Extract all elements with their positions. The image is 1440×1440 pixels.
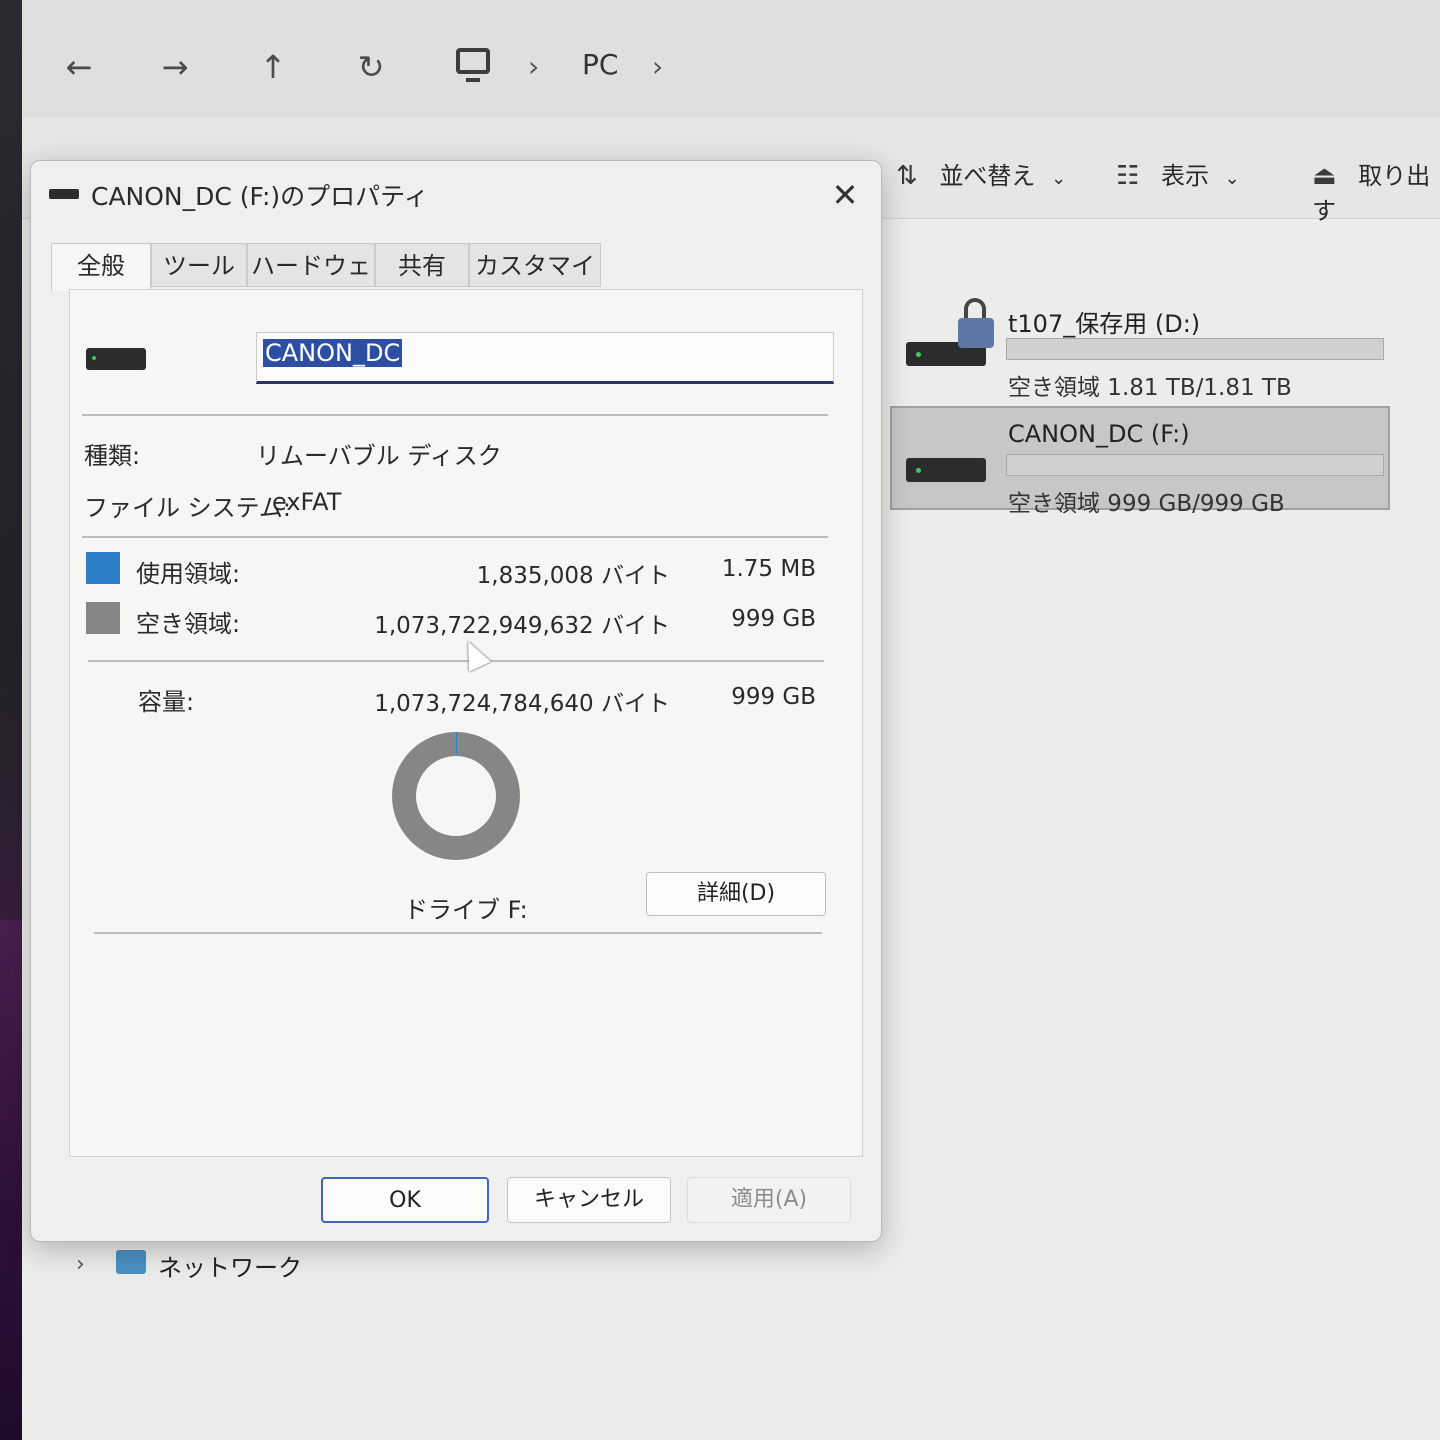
- capacity-size: 999 GB: [731, 684, 816, 710]
- sort-button[interactable]: ⇅ 並べ替え ⌄: [896, 156, 1066, 191]
- eject-icon: ⏏: [1312, 161, 1337, 191]
- view-label: 表示: [1160, 162, 1209, 190]
- chevron-down-icon: ⌄: [1051, 168, 1067, 189]
- used-space-label: 使用領域:: [136, 560, 241, 588]
- type-value: リムーバブル ディスク: [256, 442, 502, 470]
- drive-icon: [86, 348, 146, 370]
- unlocked-lock-icon: [958, 298, 994, 348]
- free-space-size: 999 GB: [731, 606, 816, 632]
- capacity-label: 容量:: [138, 688, 195, 716]
- drive-icon: [49, 189, 79, 199]
- used-space-size: 1.75 MB: [721, 556, 816, 582]
- free-space-label: 空き領域:: [136, 610, 241, 638]
- drive-free-space: 空き領域 1.81 TB/1.81 TB: [1008, 375, 1292, 401]
- view-icon: ☷: [1116, 161, 1140, 191]
- chevron-right-icon[interactable]: ›: [652, 50, 663, 83]
- drive-letter-label: ドライブ F:: [404, 896, 528, 924]
- used-space-bytes: 1,835,008 バイト: [476, 563, 670, 589]
- chevron-right-icon[interactable]: ›: [528, 50, 539, 83]
- details-button[interactable]: 詳細(D): [646, 872, 826, 916]
- disk-usage-donut: [392, 732, 520, 860]
- type-label: 種類:: [84, 442, 141, 470]
- free-space-swatch: [86, 602, 120, 634]
- divider: [94, 932, 822, 934]
- navigation-bar: ← → ↑ ↻ › PC ›: [22, 0, 1440, 119]
- apply-button: 適用(A): [687, 1177, 851, 1223]
- tab-hardware[interactable]: ハードウェア: [247, 243, 375, 324]
- drive-name: t107_保存用 (D:): [1008, 310, 1201, 338]
- drive-icon: [906, 458, 986, 482]
- filesystem-value: exFAT: [272, 488, 342, 516]
- chevron-down-icon: ⌄: [1224, 168, 1240, 189]
- divider: [82, 414, 828, 416]
- tab-customize[interactable]: カスタマイズ: [469, 243, 601, 324]
- tab-tools[interactable]: ツール: [151, 243, 247, 287]
- eject-button[interactable]: ⏏ 取り出す: [1312, 156, 1440, 226]
- back-icon[interactable]: ←: [56, 44, 102, 90]
- chevron-right-icon[interactable]: ›: [76, 1252, 85, 1277]
- tab-general[interactable]: 全般: [51, 243, 151, 291]
- divider: [88, 660, 824, 662]
- tab-sharing[interactable]: 共有: [375, 243, 469, 287]
- view-button[interactable]: ☷ 表示 ⌄: [1116, 156, 1240, 191]
- drive-name: CANON_DC (F:): [1008, 420, 1190, 448]
- refresh-icon[interactable]: ↻: [348, 44, 394, 90]
- drive-tile-d[interactable]: t107_保存用 (D:) 空き領域 1.81 TB/1.81 TB: [892, 292, 1392, 401]
- close-icon[interactable]: ✕: [825, 175, 865, 215]
- capacity-bytes: 1,073,724,784,640 バイト: [374, 691, 670, 717]
- divider: [82, 536, 828, 538]
- dialog-title-bar[interactable]: CANON_DC (F:)のプロパティ ✕: [31, 161, 881, 231]
- drive-usage-bar: [1006, 454, 1384, 476]
- tab-bar: 全般 ツール ハードウェア 共有 カスタマイズ: [51, 243, 871, 324]
- sort-icon: ⇅: [896, 161, 918, 191]
- network-icon: [116, 1250, 146, 1274]
- general-tab-panel: CANON_DC 種類: リムーバブル ディスク ファイル システム: exFA…: [69, 289, 863, 1157]
- filesystem-label: ファイル システム:: [84, 494, 291, 522]
- free-space-bytes: 1,073,722,949,632 バイト: [374, 613, 670, 639]
- dialog-title: CANON_DC (F:)のプロパティ: [91, 182, 429, 211]
- volume-name-selected-text: CANON_DC: [263, 339, 403, 367]
- volume-name-input[interactable]: CANON_DC: [256, 332, 834, 384]
- forward-icon[interactable]: →: [152, 44, 198, 90]
- sidebar-item-label: ネットワーク: [158, 1254, 302, 1282]
- used-space-swatch: [86, 552, 120, 584]
- sort-label: 並べ替え: [939, 162, 1036, 190]
- properties-dialog: CANON_DC (F:)のプロパティ ✕ 全般 ツール ハードウェア 共有 カ…: [30, 160, 882, 1242]
- ok-button[interactable]: OK: [321, 1177, 489, 1223]
- drive-free-space: 空き領域 999 GB/999 GB: [1008, 491, 1285, 517]
- drive-tile-f[interactable]: CANON_DC (F:) 空き領域 999 GB/999 GB: [890, 406, 1390, 517]
- drive-usage-bar: [1006, 338, 1384, 360]
- pc-monitor-icon[interactable]: [456, 48, 490, 82]
- breadcrumb-pc[interactable]: PC: [582, 48, 618, 81]
- up-icon[interactable]: ↑: [250, 44, 296, 90]
- cancel-button[interactable]: キャンセル: [507, 1177, 671, 1223]
